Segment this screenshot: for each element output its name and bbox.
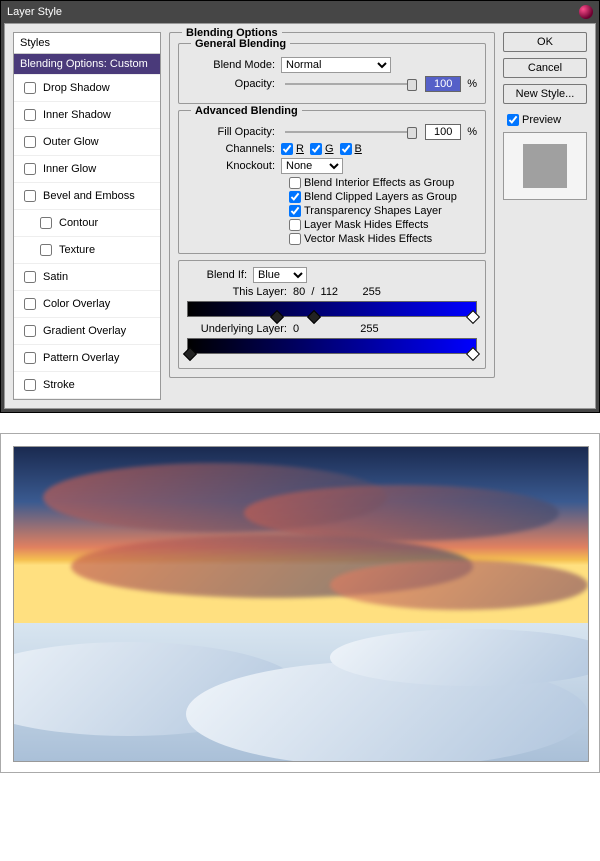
- style-label: Outer Glow: [43, 136, 99, 148]
- fill-opacity-input[interactable]: [425, 124, 461, 140]
- style-checkbox[interactable]: [24, 163, 36, 175]
- ok-button[interactable]: OK: [503, 32, 587, 52]
- fill-opacity-unit: %: [467, 126, 477, 138]
- style-item-inner-shadow[interactable]: Inner Shadow: [14, 102, 160, 129]
- fill-opacity-label: Fill Opacity:: [187, 126, 275, 138]
- style-label: Contour: [59, 217, 98, 229]
- adv-opt-opt4[interactable]: Layer Mask Hides Effects: [289, 219, 477, 231]
- general-blending-group: General Blending Blend Mode: Normal Opac…: [178, 43, 486, 104]
- advanced-blending-legend: Advanced Blending: [191, 105, 302, 117]
- blend-mode-select[interactable]: Normal: [281, 57, 391, 73]
- result-image-panel: [0, 433, 600, 773]
- style-label: Blending Options: Custom: [20, 58, 148, 70]
- style-checkbox[interactable]: [40, 244, 52, 256]
- channels-label: Channels:: [187, 143, 275, 155]
- style-checkbox[interactable]: [24, 352, 36, 364]
- new-style-button[interactable]: New Style...: [503, 84, 587, 104]
- blend-mode-label: Blend Mode:: [187, 59, 275, 71]
- channel-r-checkbox[interactable]: R: [281, 143, 304, 155]
- style-label: Color Overlay: [43, 298, 110, 310]
- blend-if-label: Blend If:: [187, 269, 247, 281]
- style-checkbox[interactable]: [24, 298, 36, 310]
- style-label: Stroke: [43, 379, 75, 391]
- adv-opt-opt5[interactable]: Vector Mask Hides Effects: [289, 233, 477, 245]
- style-item-contour[interactable]: Contour: [14, 210, 160, 237]
- style-checkbox[interactable]: [24, 136, 36, 148]
- styles-panel: Styles Blending Options: Custom Drop Shad…: [13, 32, 161, 400]
- style-checkbox[interactable]: [24, 82, 36, 94]
- style-checkbox[interactable]: [24, 379, 36, 391]
- general-blending-legend: General Blending: [191, 38, 290, 50]
- fill-opacity-slider[interactable]: [285, 126, 415, 138]
- underlying-layer-values: 0 255: [293, 323, 379, 335]
- opacity-label: Opacity:: [187, 78, 275, 90]
- advanced-blending-group: Advanced Blending Fill Opacity: % Channe…: [178, 110, 486, 254]
- blending-options-group: Blending Options General Blending Blend …: [169, 32, 495, 378]
- adv-opt-opt1[interactable]: Blend Interior Effects as Group: [289, 177, 477, 189]
- knockout-label: Knockout:: [187, 160, 275, 172]
- this-layer-values: 80 / 112 255: [293, 286, 381, 298]
- channel-g-checkbox[interactable]: G: [310, 143, 334, 155]
- style-checkbox[interactable]: [24, 109, 36, 121]
- style-item-texture[interactable]: Texture: [14, 237, 160, 264]
- style-label: Bevel and Emboss: [43, 190, 135, 202]
- style-item-drop-shadow[interactable]: Drop Shadow: [14, 75, 160, 102]
- style-item-inner-glow[interactable]: Inner Glow: [14, 156, 160, 183]
- style-label: Pattern Overlay: [43, 352, 119, 364]
- underlying-layer-gradient[interactable]: [187, 338, 477, 354]
- adv-opt-opt2[interactable]: Blend Clipped Layers as Group: [289, 191, 477, 203]
- title-orb-icon: [579, 5, 593, 19]
- opacity-input[interactable]: [425, 76, 461, 92]
- style-checkbox[interactable]: [24, 271, 36, 283]
- blend-if-select[interactable]: Blue: [253, 267, 307, 283]
- style-checkbox[interactable]: [24, 325, 36, 337]
- opacity-slider[interactable]: [285, 78, 415, 90]
- style-checkbox[interactable]: [40, 217, 52, 229]
- preview-swatch: [503, 132, 587, 200]
- style-item-satin[interactable]: Satin: [14, 264, 160, 291]
- style-label: Inner Glow: [43, 163, 96, 175]
- buttons-panel: OK Cancel New Style... Preview: [503, 32, 587, 400]
- underlying-layer-label: Underlying Layer:: [187, 323, 287, 335]
- opacity-unit: %: [467, 78, 477, 90]
- knockout-select[interactable]: None: [281, 158, 343, 174]
- style-label: Inner Shadow: [43, 109, 111, 121]
- style-checkbox[interactable]: [24, 190, 36, 202]
- style-item-stroke[interactable]: Stroke: [14, 372, 160, 399]
- style-item-outer-glow[interactable]: Outer Glow: [14, 129, 160, 156]
- styles-header[interactable]: Styles: [14, 33, 160, 54]
- options-panel: Blending Options General Blending Blend …: [169, 32, 495, 400]
- style-label: Satin: [43, 271, 68, 283]
- style-label: Drop Shadow: [43, 82, 110, 94]
- style-item-color-overlay[interactable]: Color Overlay: [14, 291, 160, 318]
- preview-checkbox[interactable]: Preview: [507, 114, 587, 126]
- titlebar: Layer Style: [1, 1, 599, 23]
- this-layer-label: This Layer:: [187, 286, 287, 298]
- this-layer-gradient[interactable]: [187, 301, 477, 317]
- style-label: Texture: [59, 244, 95, 256]
- adv-opt-opt3[interactable]: Transparency Shapes Layer: [289, 205, 477, 217]
- style-item-gradient-overlay[interactable]: Gradient Overlay: [14, 318, 160, 345]
- dialog-title: Layer Style: [7, 6, 62, 18]
- style-item-blending-options-custom[interactable]: Blending Options: Custom: [14, 54, 160, 75]
- landscape-image: [13, 446, 589, 762]
- style-item-pattern-overlay[interactable]: Pattern Overlay: [14, 345, 160, 372]
- cancel-button[interactable]: Cancel: [503, 58, 587, 78]
- blend-if-group: Blend If: Blue This Layer: 80 / 112 255: [178, 260, 486, 369]
- style-item-bevel-and-emboss[interactable]: Bevel and Emboss: [14, 183, 160, 210]
- layer-style-dialog: Layer Style Styles Blending Options: Cus…: [0, 0, 600, 413]
- style-label: Gradient Overlay: [43, 325, 126, 337]
- channel-b-checkbox[interactable]: B: [340, 143, 362, 155]
